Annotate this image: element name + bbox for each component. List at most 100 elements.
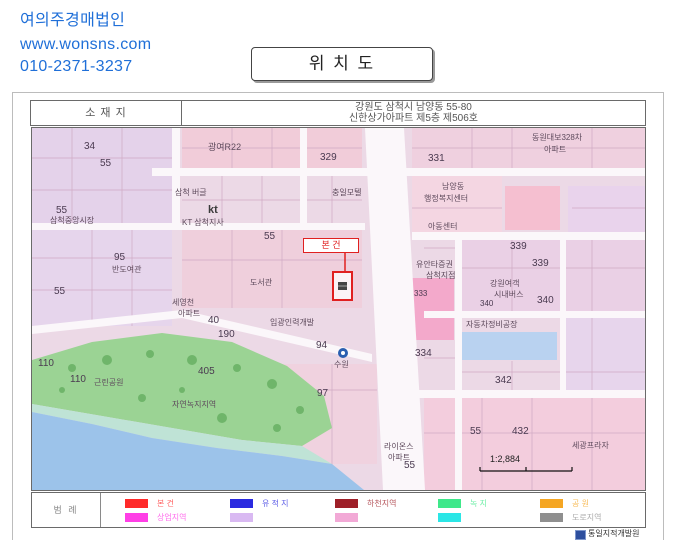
map-label: 도서관 [250,278,273,287]
subject-label: 본 건 [303,238,359,253]
tree [179,387,185,393]
title-box: 위 치 도 [251,47,433,81]
legend-swatch [438,499,461,508]
map-label: 339 [510,241,527,252]
map-label: 수원 [334,360,349,369]
tree [273,424,281,432]
legend-swatch [540,499,563,508]
legend-swatch [335,513,358,522]
legend-swatch [230,513,253,522]
map-label: 110 [38,358,54,369]
watermark-company-name: 여의주경매법인 [20,12,126,29]
legend-label: 도로지역 [572,513,602,522]
page-title: 위 치 도 [308,54,376,73]
legend-label: 녹 지 [470,499,487,508]
map-road [455,240,462,490]
legend-label: 상업지역 [157,513,187,522]
map-label: 남양동 [442,182,465,191]
map-label: 삼척중앙시장 [50,216,95,225]
bus-stop-icon-center [341,351,345,355]
map-road [560,240,566,390]
map-label: 행정복지센터 [424,194,469,203]
map-label: 아파트 [544,145,567,154]
kt-logo: kt [208,204,218,216]
map-label: 아파트 [388,453,411,462]
map-label: 유안타증권 [416,260,453,269]
tree [187,355,197,365]
tree [267,379,277,389]
legend-label: 하천지역 [367,499,397,508]
location-table: 소 재 지 강원도 삼척시 남양동 55-80 신한상가아파트 제5층 제506… [30,100,646,126]
map-road [300,128,307,223]
map-label: 405 [198,366,215,377]
map-label: 190 [218,329,235,340]
legend-swatch [438,513,461,522]
cadastral-logo-icon [575,530,586,540]
map-label: 근린공원 [94,378,124,387]
map-zone-water-facility [462,332,557,360]
tree [68,364,76,372]
legend-swatch [540,513,563,522]
map-zone [505,186,560,230]
tree [217,413,227,423]
map-label: 34 [84,141,96,152]
map-label: 삼척 버글 [175,188,207,197]
map-label: 동원대보328차 [532,133,583,142]
map-label: 입광인력개발 [270,318,315,327]
map-label: 339 [532,258,549,269]
map-label: 110 [70,374,86,385]
map-label: 강원여객 [490,279,520,288]
map-label: 340 [480,299,494,308]
tree [296,406,304,414]
legend-label: 공 원 [572,499,589,508]
map-label: 자연녹지지역 [172,400,217,409]
map-road [417,390,645,398]
legend-swatch [125,499,148,508]
watermark-phone: 010-2371-3237 [20,58,133,75]
map-label: 97 [317,388,329,399]
legend-title: 범 례 [32,493,101,527]
map-label: 333 [414,289,428,298]
copyright-text: 통일지적개발원 [588,529,640,538]
map-scale: 1:2,884 [490,454,521,464]
map-label: 342 [495,375,512,386]
map-label: 55 [264,231,276,242]
map-label: 시내버스 [494,290,524,299]
map-label: 94 [316,340,328,351]
map-label: 334 [415,348,432,359]
map-label: KT 삼척지사 [182,218,224,227]
tree [102,355,112,365]
map-label: 331 [428,153,445,164]
map-label: 40 [208,315,220,326]
location-map: 34 55 광여R22 329 331 동원대보328차 아파트 삼척 버글 충… [31,127,646,491]
map-label: 세광프라자 [572,441,609,450]
map-label: 충일모텔 [332,188,362,197]
legend-label: 본 건 [157,499,174,508]
map-label: 삼척지점 [426,271,456,280]
map-label: 340 [537,295,554,306]
map-label: 자동차정비공장 [466,320,518,329]
map-label: 55 [100,158,112,169]
map-label: 광여R22 [208,142,242,152]
legend-swatch [335,499,358,508]
map-label: 95 [114,252,126,263]
legend: 범 례 본 건 유 적 지 하천지역 녹 지 공 원 상업지역 도로지역 [31,492,646,528]
map-label: 329 [320,152,337,163]
address-line-1: 강원도 삼척시 남양동 55-80 [355,102,472,113]
map-label: 432 [512,426,529,437]
map-zone [568,186,645,232]
map-zone [32,230,172,326]
map-road [152,168,645,176]
legend-label: 유 적 지 [262,499,289,508]
map-road [172,128,180,223]
map-label: 아동센터 [428,222,458,231]
map-label: 아파트 [178,309,201,318]
map-label: 55 [54,286,66,297]
legend-swatch [230,499,253,508]
address-line-2: 신한상가아파트 제5층 제506호 [348,113,478,124]
tree [138,394,146,402]
tree [146,350,154,358]
watermark-url: www.wonsns.com [20,36,152,53]
map-drawing [32,128,645,490]
legend-swatch [125,513,148,522]
